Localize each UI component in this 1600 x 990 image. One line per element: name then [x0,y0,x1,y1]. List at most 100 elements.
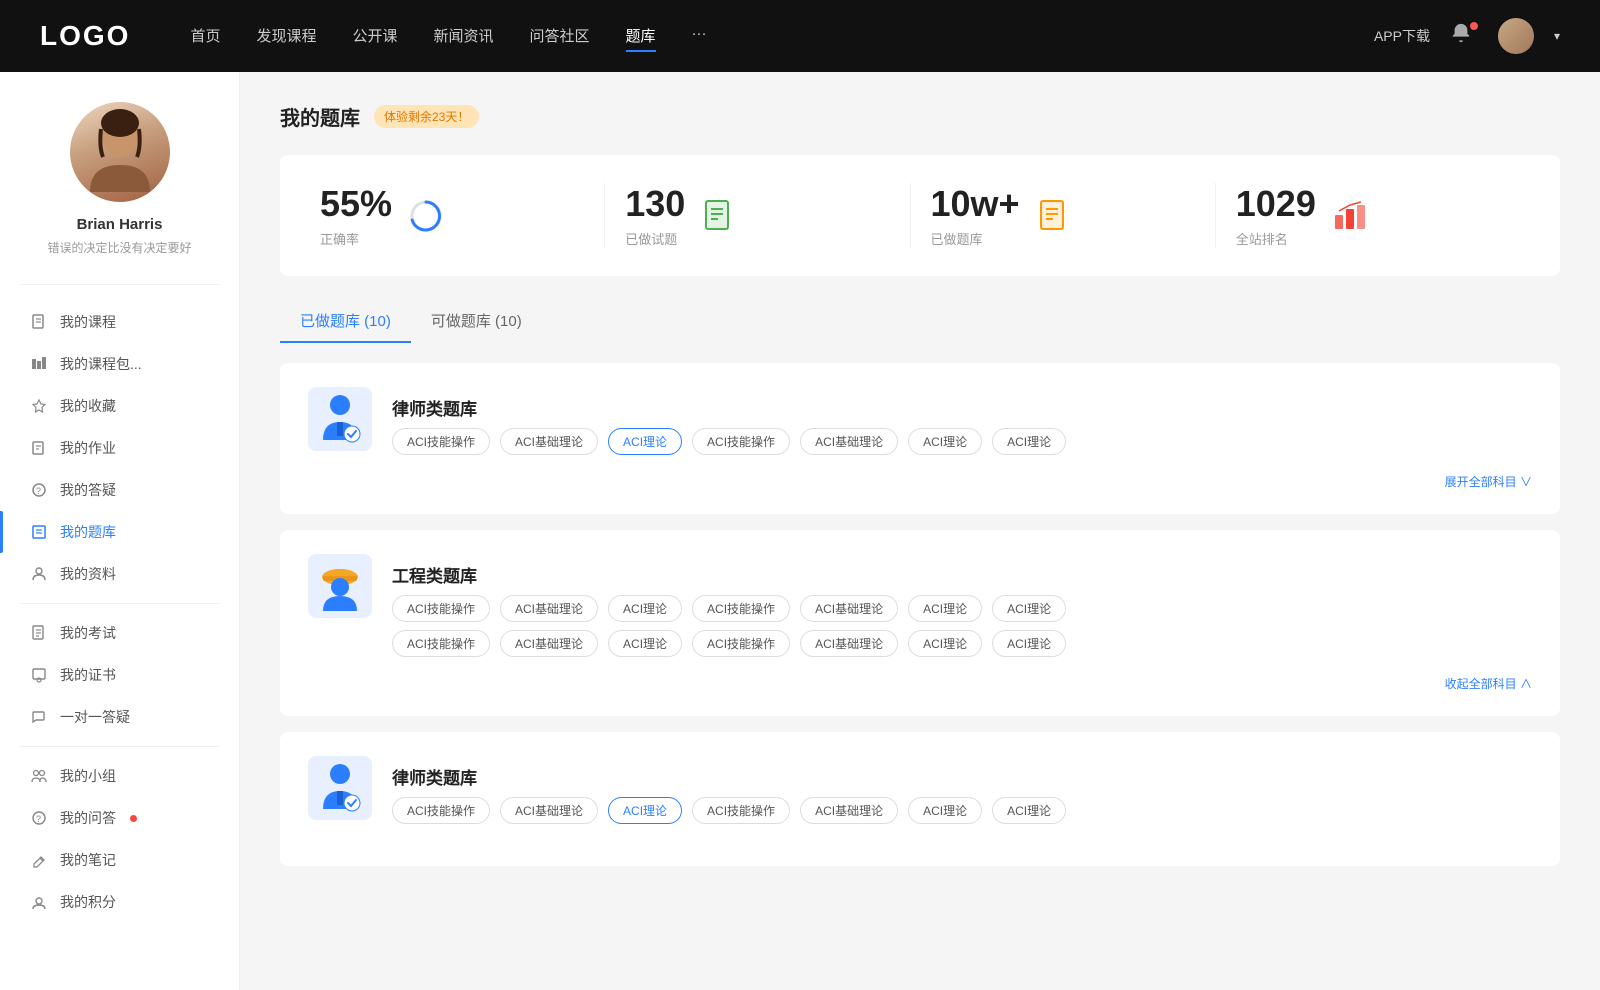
tag-0-2[interactable]: ACI理论 [608,428,682,455]
tag-0-6[interactable]: ACI理论 [992,428,1066,455]
sidebar-item-my-notes[interactable]: 我的笔记 [0,839,239,881]
tag-2-6[interactable]: ACI理论 [992,797,1066,824]
nav-news[interactable]: 新闻资讯 [434,21,494,52]
tabs: 已做题库 (10) 可做题库 (10) [280,300,1560,343]
qbank-content-engineer: 工程类题库 ACI技能操作 ACI基础理论 ACI理论 ACI技能操作 ACI基… [392,554,1066,657]
tag-1-2[interactable]: ACI理论 [608,595,682,622]
stat-questions-done: 130 已做试题 [625,183,910,248]
sidebar-item-my-exam[interactable]: 我的考试 [0,612,239,654]
my-qbank-label: 我的题库 [60,522,116,542]
nav-questionbank[interactable]: 题库 [626,21,656,52]
stat-rank-label: 全站排名 [1236,229,1316,248]
banks-done-icon [1036,198,1072,234]
tag-1-r2-1[interactable]: ACI基础理论 [500,630,598,657]
nav-more[interactable]: ··· [692,21,707,52]
logo[interactable]: LOGO [40,20,130,52]
tab-todo[interactable]: 可做题库 (10) [411,300,542,343]
sidebar-item-my-qa[interactable]: ? 我的答疑 [0,469,239,511]
tag-0-5[interactable]: ACI理论 [908,428,982,455]
my-cert-label: 我的证书 [60,665,116,685]
tag-1-r2-0[interactable]: ACI技能操作 [392,630,490,657]
qbank-tags-lawyer-1: ACI技能操作 ACI基础理论 ACI理论 ACI技能操作 ACI基础理论 AC… [392,428,1066,455]
tag-0-0[interactable]: ACI技能操作 [392,428,490,455]
qbank-title-lawyer-2: 律师类题库 [392,756,1066,789]
user-avatar[interactable] [1498,18,1534,54]
sidebar-item-homework[interactable]: 我的作业 [0,427,239,469]
tag-1-r2-2[interactable]: ACI理论 [608,630,682,657]
tag-1-r2-6[interactable]: ACI理论 [992,630,1066,657]
tag-0-3[interactable]: ACI技能操作 [692,428,790,455]
qbank-tags-engineer-row2: ACI技能操作 ACI基础理论 ACI理论 ACI技能操作 ACI基础理论 AC… [392,630,1066,657]
qbank-icon-lawyer-1 [308,387,372,451]
qbank-header-lawyer-1: 律师类题库 ACI技能操作 ACI基础理论 ACI理论 ACI技能操作 ACI基… [308,387,1532,455]
my-courses-icon [30,313,48,331]
tag-0-1[interactable]: ACI基础理论 [500,428,598,455]
trial-badge: 体验剩余23天！ [374,105,479,128]
my-courses-label: 我的课程 [60,312,116,332]
nav-qa[interactable]: 问答社区 [530,21,590,52]
tag-2-2[interactable]: ACI理论 [608,797,682,824]
sidebar-item-my-qbank[interactable]: 我的题库 [0,511,239,553]
tag-1-r2-5[interactable]: ACI理论 [908,630,982,657]
navbar-right: APP下载 ▾ [1374,18,1560,54]
sidebar-item-my-points[interactable]: 我的积分 [0,881,239,923]
tag-1-4[interactable]: ACI基础理论 [800,595,898,622]
sidebar-item-my-cert[interactable]: 我的证书 [0,654,239,696]
notification-bell[interactable] [1450,22,1478,50]
nav-discover[interactable]: 发现课程 [256,21,316,52]
sidebar-username: Brian Harris [77,216,163,233]
sidebar-profile: Brian Harris 错误的决定比没有决定要好 [0,72,239,276]
question-notification-dot [130,815,137,822]
sidebar-item-my-profile[interactable]: 我的资料 [0,553,239,595]
tag-1-5[interactable]: ACI理论 [908,595,982,622]
my-profile-icon [30,565,48,583]
sidebar-item-favorites[interactable]: 我的收藏 [0,385,239,427]
tag-1-1[interactable]: ACI基础理论 [500,595,598,622]
tag-1-0[interactable]: ACI技能操作 [392,595,490,622]
one-on-one-icon [30,708,48,726]
my-exam-icon [30,624,48,642]
stat-banks-done-values: 10w+ 已做题库 [931,183,1020,248]
app-download-link[interactable]: APP下载 [1374,26,1430,46]
sidebar-item-my-question[interactable]: ? 我的问答 [0,797,239,839]
qbank-icon-engineer [308,554,372,618]
svg-text:?: ? [36,486,41,496]
sidebar-motto: 错误的决定比没有决定要好 [47,239,191,256]
qbank-tags-lawyer-2: ACI技能操作 ACI基础理论 ACI理论 ACI技能操作 ACI基础理论 AC… [392,797,1066,824]
tag-2-5[interactable]: ACI理论 [908,797,982,824]
sidebar-divider-2 [20,603,219,604]
tag-1-r2-4[interactable]: ACI基础理论 [800,630,898,657]
homework-icon [30,439,48,457]
one-on-one-label: 一对一答疑 [60,707,130,727]
course-packages-label: 我的课程包... [60,354,142,374]
qbank-icon-lawyer-2 [308,756,372,820]
nav-opencourse[interactable]: 公开课 [352,21,397,52]
tag-1-6[interactable]: ACI理论 [992,595,1066,622]
stat-rank: 1029 全站排名 [1236,183,1520,248]
stat-rank-values: 1029 全站排名 [1236,183,1316,248]
sidebar-item-one-on-one[interactable]: 一对一答疑 [0,696,239,738]
navbar: LOGO 首页 发现课程 公开课 新闻资讯 问答社区 题库 ··· APP下载 … [0,0,1600,72]
my-qbank-icon [30,523,48,541]
qbank-content-lawyer-1: 律师类题库 ACI技能操作 ACI基础理论 ACI理论 ACI技能操作 ACI基… [392,387,1066,455]
sidebar-item-course-packages[interactable]: 我的课程包... [0,343,239,385]
nav-home[interactable]: 首页 [190,21,220,52]
chevron-down-icon[interactable]: ▾ [1554,29,1560,43]
tag-2-4[interactable]: ACI基础理论 [800,797,898,824]
stat-questions-done-value: 130 [625,183,685,225]
sidebar-item-my-group[interactable]: 我的小组 [0,755,239,797]
tag-1-r2-3[interactable]: ACI技能操作 [692,630,790,657]
avatar-image [1498,18,1534,54]
tag-1-3[interactable]: ACI技能操作 [692,595,790,622]
stat-correct-rate-value: 55% [320,183,392,225]
tag-0-4[interactable]: ACI基础理论 [800,428,898,455]
tag-2-3[interactable]: ACI技能操作 [692,797,790,824]
course-packages-icon [30,355,48,373]
my-notes-label: 我的笔记 [60,850,116,870]
expand-engineer[interactable]: 收起全部科目 ∧ [308,675,1532,692]
tag-2-1[interactable]: ACI基础理论 [500,797,598,824]
tag-2-0[interactable]: ACI技能操作 [392,797,490,824]
tab-done[interactable]: 已做题库 (10) [280,300,411,343]
sidebar-item-my-courses[interactable]: 我的课程 [0,301,239,343]
expand-lawyer-1[interactable]: 展开全部科目 ∨ [308,473,1532,490]
